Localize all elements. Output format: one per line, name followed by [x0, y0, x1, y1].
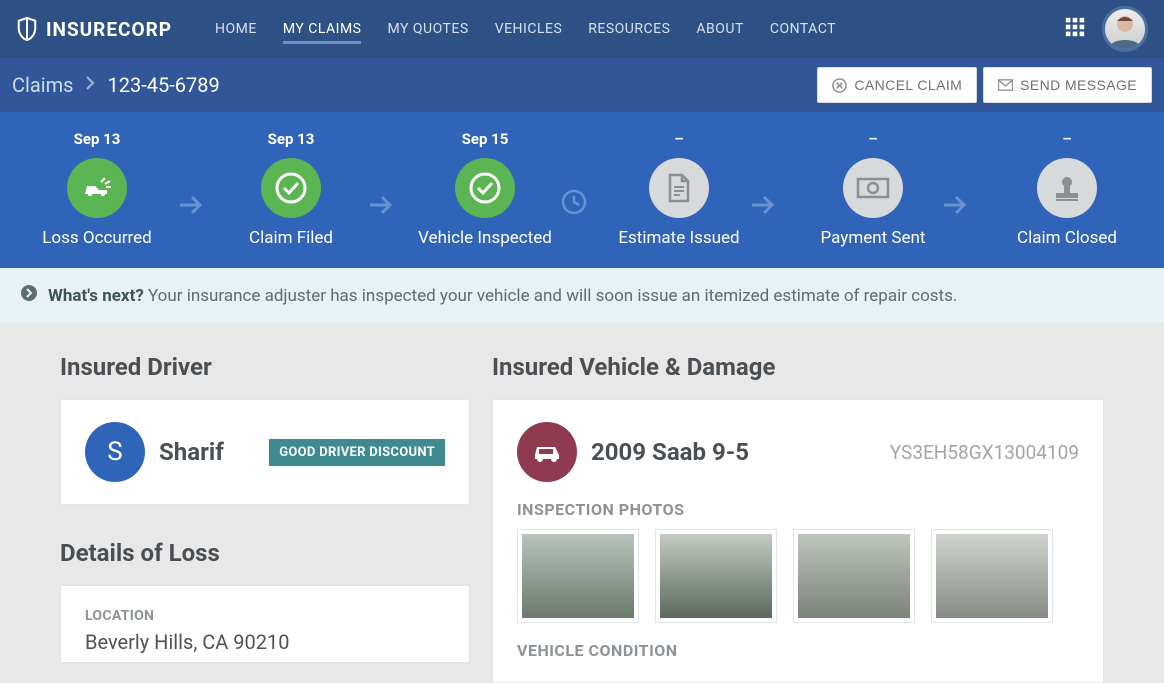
step-date: Sep 15	[462, 130, 509, 148]
vehicle-card: 2009 Saab 9-5 YS3EH58GX13004109 INSPECTI…	[492, 399, 1104, 683]
claim-timeline: Sep 13 Loss Occurred Sep 13 Claim Filed …	[0, 112, 1164, 268]
notice-body: Your insurance adjuster has inspected yo…	[148, 286, 957, 306]
nav-about[interactable]: ABOUT	[683, 2, 756, 56]
step-estimate-issued: – Estimate Issued	[604, 130, 754, 248]
loss-section-title: Details of Loss	[60, 539, 470, 567]
good-driver-badge: GOOD DRIVER DISCOUNT	[269, 439, 445, 466]
step-label: Claim Closed	[1017, 228, 1117, 248]
breadcrumb: Claims 123-45-6789	[12, 73, 220, 97]
step-claim-filed: Sep 13 Claim Filed	[216, 130, 366, 248]
step-date: –	[868, 130, 877, 148]
cancel-icon	[832, 78, 847, 93]
shield-icon	[16, 16, 38, 42]
nav-resources[interactable]: RESOURCES	[575, 2, 683, 56]
user-avatar[interactable]	[1102, 6, 1148, 52]
brand-text: INSURECORP	[46, 18, 172, 41]
arrow-icon	[942, 194, 968, 220]
clock-icon	[560, 188, 588, 220]
driver-avatar: S	[85, 422, 145, 482]
check-icon	[261, 158, 321, 218]
driver-name: Sharif	[159, 438, 224, 466]
arrow-icon	[368, 194, 394, 220]
step-date: Sep 13	[268, 130, 315, 148]
top-nav: INSURECORP HOME MY CLAIMS MY QUOTES VEHI…	[0, 0, 1164, 58]
photo-thumbnail[interactable]	[793, 529, 915, 623]
driver-section-title: Insured Driver	[60, 353, 470, 381]
cash-icon	[843, 158, 903, 218]
loss-card: LOCATION Beverly Hills, CA 90210	[60, 585, 470, 663]
step-payment-sent: – Payment Sent	[798, 130, 948, 248]
cancel-claim-label: CANCEL CLAIM	[854, 77, 962, 93]
nav-links: HOME MY CLAIMS MY QUOTES VEHICLES RESOUR…	[202, 2, 849, 56]
send-message-button[interactable]: SEND MESSAGE	[983, 67, 1152, 103]
driver-card: S Sharif GOOD DRIVER DISCOUNT	[60, 399, 470, 505]
whats-next-notice: What's next? Your insurance adjuster has…	[0, 268, 1164, 323]
check-icon	[455, 158, 515, 218]
car-icon	[517, 422, 577, 482]
arrow-icon	[178, 194, 204, 220]
nav-home[interactable]: HOME	[202, 2, 270, 56]
chevron-right-icon	[85, 76, 95, 94]
step-label: Payment Sent	[821, 228, 926, 248]
content: Insured Driver S Sharif GOOD DRIVER DISC…	[0, 323, 1164, 683]
document-icon	[649, 158, 709, 218]
step-label: Claim Filed	[249, 228, 333, 248]
vehicle-section-title: Insured Vehicle & Damage	[492, 353, 1104, 381]
step-vehicle-inspected: Sep 15 Vehicle Inspected	[410, 130, 560, 248]
step-date: Sep 13	[74, 130, 121, 148]
nav-my-quotes[interactable]: MY QUOTES	[374, 2, 481, 56]
step-label: Loss Occurred	[42, 228, 151, 248]
photo-thumbnail[interactable]	[655, 529, 777, 623]
breadcrumb-root[interactable]: Claims	[12, 73, 73, 97]
vehicle-condition-label: VEHICLE CONDITION	[517, 641, 1079, 660]
location-value: Beverly Hills, CA 90210	[85, 630, 445, 654]
step-date: –	[674, 130, 683, 148]
breadcrumb-current: 123-45-6789	[107, 73, 219, 97]
notice-lead: What's next?	[48, 286, 144, 306]
step-label: Estimate Issued	[618, 228, 739, 248]
apps-icon[interactable]	[1064, 16, 1086, 42]
crash-icon	[67, 158, 127, 218]
step-label: Vehicle Inspected	[418, 228, 552, 248]
photo-thumbnail[interactable]	[931, 529, 1053, 623]
step-date: –	[1062, 130, 1071, 148]
stamp-icon	[1037, 158, 1097, 218]
brand[interactable]: INSURECORP	[16, 16, 172, 42]
arrow-circle-icon	[20, 284, 38, 307]
photo-thumbnail[interactable]	[517, 529, 639, 623]
arrow-icon	[750, 194, 776, 220]
nav-contact[interactable]: CONTACT	[757, 2, 849, 56]
cancel-claim-button[interactable]: CANCEL CLAIM	[817, 67, 977, 103]
sub-header: Claims 123-45-6789 CANCEL CLAIM SEND MES…	[0, 58, 1164, 112]
location-label: LOCATION	[85, 608, 445, 624]
envelope-icon	[998, 79, 1013, 91]
step-loss-occurred: Sep 13 Loss Occurred	[22, 130, 172, 248]
step-claim-closed: – Claim Closed	[992, 130, 1142, 248]
vehicle-vin: YS3EH58GX13004109	[890, 441, 1079, 464]
inspection-photos	[517, 529, 1079, 623]
nav-my-claims[interactable]: MY CLAIMS	[270, 2, 375, 56]
send-message-label: SEND MESSAGE	[1020, 77, 1137, 93]
inspection-photos-label: INSPECTION PHOTOS	[517, 500, 1079, 519]
vehicle-name: 2009 Saab 9-5	[591, 438, 749, 466]
nav-vehicles[interactable]: VEHICLES	[482, 2, 576, 56]
